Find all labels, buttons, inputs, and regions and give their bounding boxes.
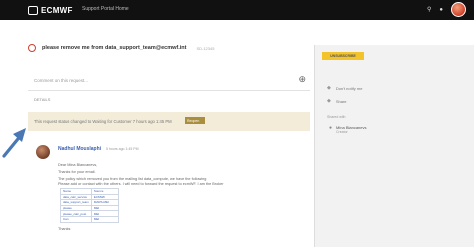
- request-sidebar: UNSUBSCRIBE ◆ Don't notify me ◆ Share Sh…: [314, 45, 474, 247]
- search-icon[interactable]: ⚲: [427, 7, 431, 13]
- table-cell: Can: [60, 216, 92, 223]
- table-cell: data_calc_service: [60, 193, 92, 201]
- dont-notify-label: Don't notify me: [335, 85, 363, 91]
- portal-home-link[interactable]: Support Portal Home: [82, 6, 129, 12]
- ecmwf-logo[interactable]: ECMWF: [28, 5, 73, 15]
- table-cell: data_support_team: [60, 199, 92, 206]
- dont-notify-item[interactable]: ◆ Don't notify me: [327, 85, 362, 91]
- table-row: Can MEI: [60, 216, 119, 223]
- annotation-arrow-icon: [2, 128, 26, 158]
- activity-author[interactable]: Nadhul Mouslaphi: [58, 146, 101, 152]
- request-id: SD-12345: [196, 45, 215, 51]
- request-main-panel: please remove me from data_support_team@…: [28, 44, 310, 247]
- user-avatar[interactable]: [451, 2, 466, 17]
- message-line: Thanks for your email.: [58, 170, 96, 174]
- message-line: Please add or contact with the others. I…: [58, 182, 224, 186]
- top-navigation-bar: ECMWF Support Portal Home ⚲ ●: [0, 0, 474, 20]
- status-notice: This request status changed to Waiting f…: [28, 112, 310, 131]
- share-icon[interactable]: ⊕: [298, 74, 306, 85]
- bell-icon[interactable]: ●: [439, 7, 443, 13]
- request-header: please remove me from data_support_team@…: [28, 44, 310, 52]
- share-label: Share: [335, 98, 347, 104]
- comment-input[interactable]: Comment on this request...: [34, 78, 88, 83]
- shared-with-heading: Shared with: [327, 115, 346, 119]
- details-heading: DETAILS: [34, 97, 51, 102]
- shared-with-role: Creator: [336, 130, 348, 135]
- logo-mark-icon: [28, 5, 38, 15]
- reopen-button[interactable]: Reopen: [185, 117, 205, 124]
- sign-off: Thanks: [58, 227, 71, 231]
- shared-with-user: ● Mina Blancanevs Creator: [329, 125, 367, 135]
- user-icon: ●: [329, 125, 333, 131]
- message-line: Dear Mina Blancanevs,: [58, 163, 98, 167]
- status-notice-text: This request status changed to Waiting f…: [34, 119, 172, 124]
- share-icon: ◆: [327, 98, 331, 104]
- bell-icon: ◆: [327, 85, 331, 91]
- agent-avatar: [36, 145, 50, 159]
- share-item[interactable]: ◆ Share: [327, 98, 347, 104]
- logo-text: ECMWF: [41, 5, 73, 15]
- unsubscribe-button[interactable]: UNSUBSCRIBE: [322, 52, 364, 60]
- table-cell: MEI: [90, 216, 119, 223]
- request-title: please remove me from data_support_team@…: [42, 45, 187, 51]
- topbar-actions: ⚲ ●: [427, 2, 466, 17]
- comment-box[interactable]: Comment on this request... ⊕: [28, 74, 310, 91]
- info-table: Name Source data_calc_service ECMWF data…: [60, 188, 119, 223]
- message-line: The policy which removed you from the ma…: [58, 177, 207, 181]
- request-status-icon: [28, 44, 36, 52]
- activity-item: Nadhul Mouslaphi 5 hours ago 1:45 PM Dea…: [28, 145, 310, 247]
- activity-timestamp: 5 hours ago 1:45 PM: [106, 147, 139, 151]
